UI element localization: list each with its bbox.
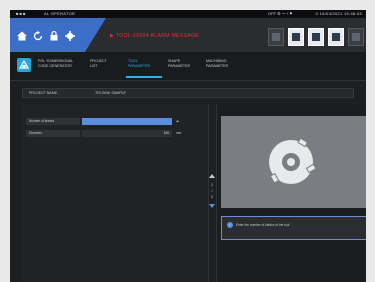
mode-button-1[interactable] [268, 28, 284, 46]
diameter-input[interactable]: 100 [82, 130, 172, 137]
hint-message-text: Enter the number of blades of the tool. [236, 223, 291, 227]
param-label: Diameter [26, 130, 80, 137]
param-label: Number of blades [26, 118, 80, 125]
page-down-icon[interactable] [208, 202, 216, 210]
status-bar: ■ ■ ■ AL OPERATOR OFF ⚙ 〜 ! ⚑ 0 16/04/20… [10, 10, 366, 18]
project-name-label: PROJECT NAME [29, 91, 58, 95]
active-tab-underline [126, 76, 162, 78]
window-title: AL OPERATOR [44, 11, 76, 16]
lock-icon[interactable] [48, 30, 60, 42]
main-toolbar: ▶ TOOL-16004 ALARM MESSAGE [10, 18, 366, 55]
pager: 1 / 2 [208, 172, 216, 232]
tab-machining-parameter[interactable]: MACHINING PARAMETER [206, 59, 228, 68]
tab-bar: POL YDIMENSIONAL CODE GENERATOR PROJECT … [10, 52, 366, 81]
tab-code-generator[interactable]: POL YDIMENSIONAL CODE GENERATOR [38, 59, 73, 68]
status-bar-center-info: OFF ⚙ 〜 ! ⚑ [268, 11, 293, 16]
home-icon[interactable] [16, 30, 28, 42]
page-separator: / [211, 188, 213, 193]
info-icon: i [227, 222, 233, 228]
refresh-icon[interactable] [32, 30, 44, 42]
app-screen: ■ ■ ■ AL OPERATOR OFF ⚙ 〜 ! ⚑ 0 16/04/20… [10, 10, 366, 282]
param-row-blades: Number of blades ◂▸ [26, 118, 196, 125]
page-total: 2 [210, 194, 214, 199]
parameter-panel: Number of blades ◂▸ Diameter 100 mm 1 / … [22, 104, 215, 282]
project-name-value: TRI-SINK SAMPLE [95, 91, 126, 95]
stepper-icon[interactable]: ◂▸ [176, 118, 179, 125]
tab-shape-parameter[interactable]: SHAPE PARAMETER [168, 59, 190, 68]
settings-icon[interactable] [64, 30, 76, 42]
hint-message-box: i Enter the number of blades of the tool… [221, 216, 366, 240]
preview-panel: i Enter the number of blades of the tool… [216, 104, 366, 282]
tab-tool-parameter[interactable]: TOOL PARAMETER [128, 59, 150, 68]
alarm-message[interactable]: ▶ TOOL-16004 ALARM MESSAGE [110, 33, 199, 39]
mode-button-3[interactable] [308, 28, 324, 46]
page-current: 1 [210, 182, 214, 187]
status-bar-datetime: 0 16/04/2021 15:46:05 [315, 11, 362, 16]
mode-button-2[interactable] [288, 28, 304, 46]
status-bar-indicators: ■ ■ ■ [16, 11, 26, 16]
app-logo-icon [17, 58, 31, 72]
page-up-icon[interactable] [208, 172, 216, 180]
mode-button-5[interactable] [348, 28, 364, 46]
param-unit: mm [176, 131, 182, 135]
blades-input[interactable] [82, 118, 172, 125]
tab-project-list[interactable]: PROJECT LIST [90, 59, 107, 68]
tool-disc-icon [269, 137, 317, 184]
tool-preview [221, 116, 366, 208]
project-name-row: PROJECT NAME TRI-SINK SAMPLE [22, 88, 354, 98]
mode-button-4[interactable] [328, 28, 344, 46]
param-row-diameter: Diameter 100 mm [26, 130, 196, 137]
